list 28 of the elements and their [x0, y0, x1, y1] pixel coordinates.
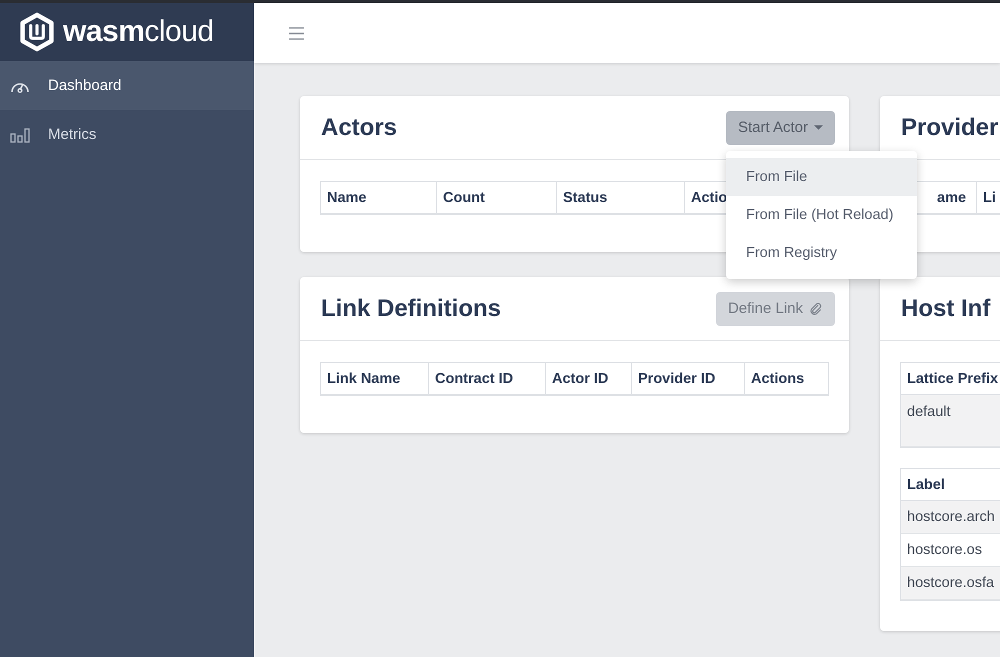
- card-title: Actors: [321, 114, 398, 142]
- menu-icon[interactable]: [289, 26, 304, 40]
- menu-item[interactable]: From File: [726, 158, 917, 196]
- card-title: Link Definitions: [321, 294, 501, 322]
- column-header: Actio: [690, 188, 728, 208]
- card-title: Provider: [901, 114, 998, 142]
- column-header: Name: [321, 182, 437, 213]
- menu-item[interactable]: From Registry: [726, 234, 917, 272]
- table-cell: hostcore.arch: [901, 501, 1000, 534]
- column-header: Status: [557, 182, 685, 213]
- sidebar-item[interactable]: Dashboard: [0, 61, 254, 110]
- column-header: Link Name: [321, 363, 429, 394]
- column-header: Actions: [750, 370, 806, 388]
- column-header: Actor ID: [546, 363, 632, 394]
- card-title: Host Inf: [901, 294, 990, 322]
- table-cell: hostcore.osfa: [901, 567, 1000, 600]
- caret-icon: [814, 125, 823, 130]
- hexagon-logo-icon: [19, 12, 55, 52]
- column-header: Contract ID: [429, 363, 546, 394]
- table-cell: default: [901, 395, 1000, 447]
- paperclip-icon: [809, 302, 823, 316]
- sidebar-item[interactable]: Metrics: [0, 110, 254, 159]
- column-header: Li: [982, 188, 997, 208]
- column-header: Provider ID: [632, 363, 745, 394]
- bar-chart-icon: [10, 126, 30, 142]
- start-actor-button[interactable]: Start Actor: [726, 110, 835, 144]
- column-header: Count: [437, 182, 557, 213]
- brand-name: wasmcloud: [63, 15, 214, 49]
